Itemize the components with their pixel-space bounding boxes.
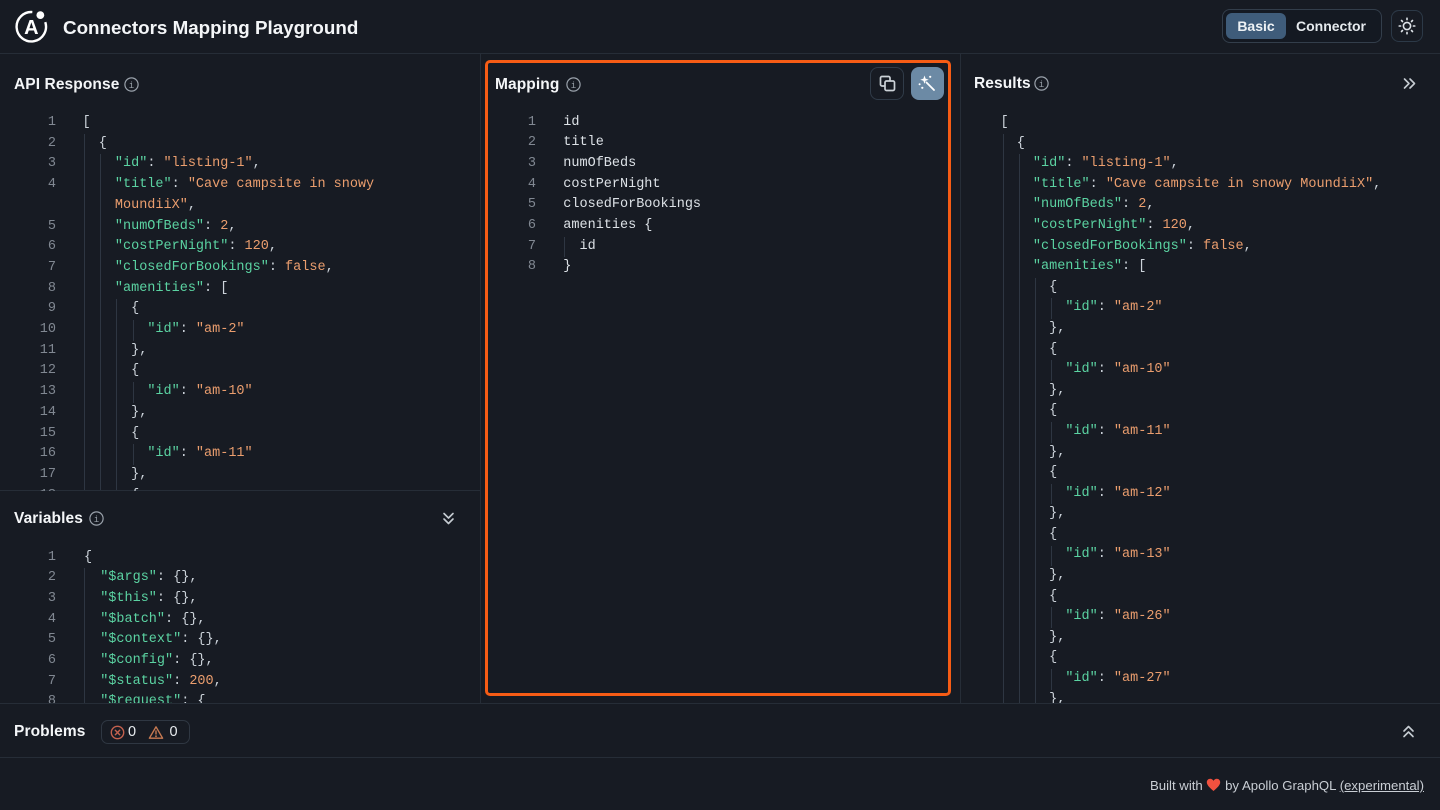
- svg-text:A: A: [24, 17, 38, 39]
- svg-text:i: i: [571, 81, 576, 91]
